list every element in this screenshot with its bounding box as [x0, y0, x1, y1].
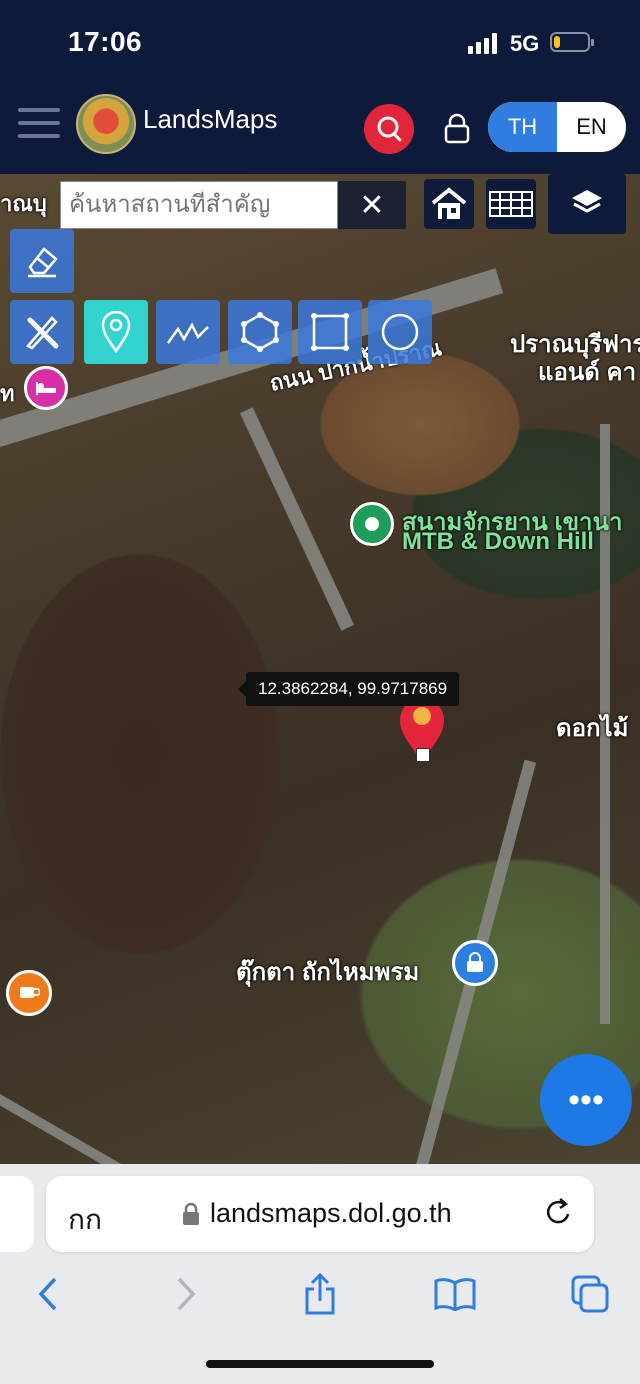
home-icon [431, 187, 467, 219]
more-options-button[interactable]: ••• [540, 1054, 632, 1146]
lock-icon [444, 113, 470, 144]
search-button[interactable] [364, 104, 414, 154]
rectangle-tool-button[interactable] [298, 300, 362, 364]
battery-icon [550, 32, 594, 52]
tabs-button[interactable] [568, 1272, 612, 1316]
place-marker-icon[interactable] [350, 502, 394, 546]
layers-button[interactable] [548, 174, 626, 234]
eraser-icon [28, 247, 58, 278]
lock-icon [183, 1202, 199, 1225]
place-search-box [60, 181, 338, 229]
poi-label: MTB & Down Hill [402, 528, 594, 555]
previous-tab-preview[interactable] [0, 1176, 34, 1252]
polyline-tool-button[interactable] [156, 300, 220, 364]
reload-icon[interactable] [542, 1196, 574, 1230]
search-input[interactable] [67, 190, 337, 220]
department-logo [76, 94, 136, 154]
map-label: ตุ๊กตา ถักไหมพรม [236, 959, 420, 986]
app-title: LandsMaps [143, 104, 278, 134]
url-text: landsmaps.dol.go.th [210, 1198, 452, 1228]
map-label: าณบุ [0, 191, 47, 216]
lang-en-button[interactable]: EN [557, 102, 626, 152]
grid-button[interactable] [486, 179, 536, 229]
back-button[interactable] [30, 1272, 66, 1316]
bookmarks-button[interactable] [432, 1272, 478, 1316]
language-toggle[interactable]: TH EN [488, 102, 626, 152]
location-pin-icon [101, 311, 131, 353]
share-button[interactable] [298, 1272, 342, 1316]
hamburger-menu-icon[interactable] [18, 106, 60, 140]
grid-icon [489, 191, 533, 217]
signal-icon [468, 32, 497, 54]
rectangle-icon [311, 313, 349, 351]
login-button[interactable] [442, 112, 472, 144]
clear-search-button[interactable]: ✕ [338, 181, 406, 229]
status-bar: 17:06 5G [0, 0, 640, 88]
polygon-icon [241, 312, 279, 352]
hotel-marker-icon[interactable] [24, 366, 68, 410]
map-label: แอนด์ คา [538, 359, 637, 386]
chevron-left-icon [38, 1277, 57, 1311]
search-icon [377, 116, 402, 142]
book-icon [434, 1278, 476, 1311]
forward-button[interactable] [168, 1272, 204, 1316]
road [0, 1094, 174, 1164]
home-indicator [206, 1360, 434, 1368]
map-label: ดอกไม้ [556, 715, 629, 742]
map-label: ท [0, 381, 15, 406]
page-settings-button[interactable]: กก [68, 1198, 102, 1242]
share-icon [305, 1273, 335, 1315]
circle-tool-button[interactable] [368, 300, 432, 364]
chevron-right-icon [177, 1277, 196, 1311]
circle-icon [381, 313, 419, 351]
home-button[interactable] [424, 179, 474, 229]
status-time: 17:06 [68, 26, 143, 57]
lang-th-button[interactable]: TH [488, 102, 557, 152]
shop-marker-icon[interactable] [452, 940, 498, 986]
pin-tool-button[interactable] [84, 300, 148, 364]
coordinate-tooltip: 12.3862284, 99.9717869 [237, 672, 460, 706]
network-type: 5G [510, 31, 540, 56]
polyline-icon [166, 322, 209, 344]
tabs-icon [571, 1275, 609, 1313]
selected-point-marker [416, 748, 430, 762]
app-header: LandsMaps TH EN [0, 88, 640, 174]
polygon-tool-button[interactable] [228, 300, 292, 364]
pencil-ruler-icon [26, 316, 59, 350]
measure-tool-button[interactable] [10, 300, 74, 364]
address-bar[interactable]: กก landsmaps.dol.go.th [46, 1176, 594, 1252]
road [239, 407, 355, 631]
eraser-tool-button[interactable] [10, 229, 74, 293]
cafe-marker-icon[interactable] [6, 970, 52, 1016]
layers-icon [572, 190, 602, 213]
browser-toolbar: กก landsmaps.dol.go.th [0, 1164, 640, 1384]
